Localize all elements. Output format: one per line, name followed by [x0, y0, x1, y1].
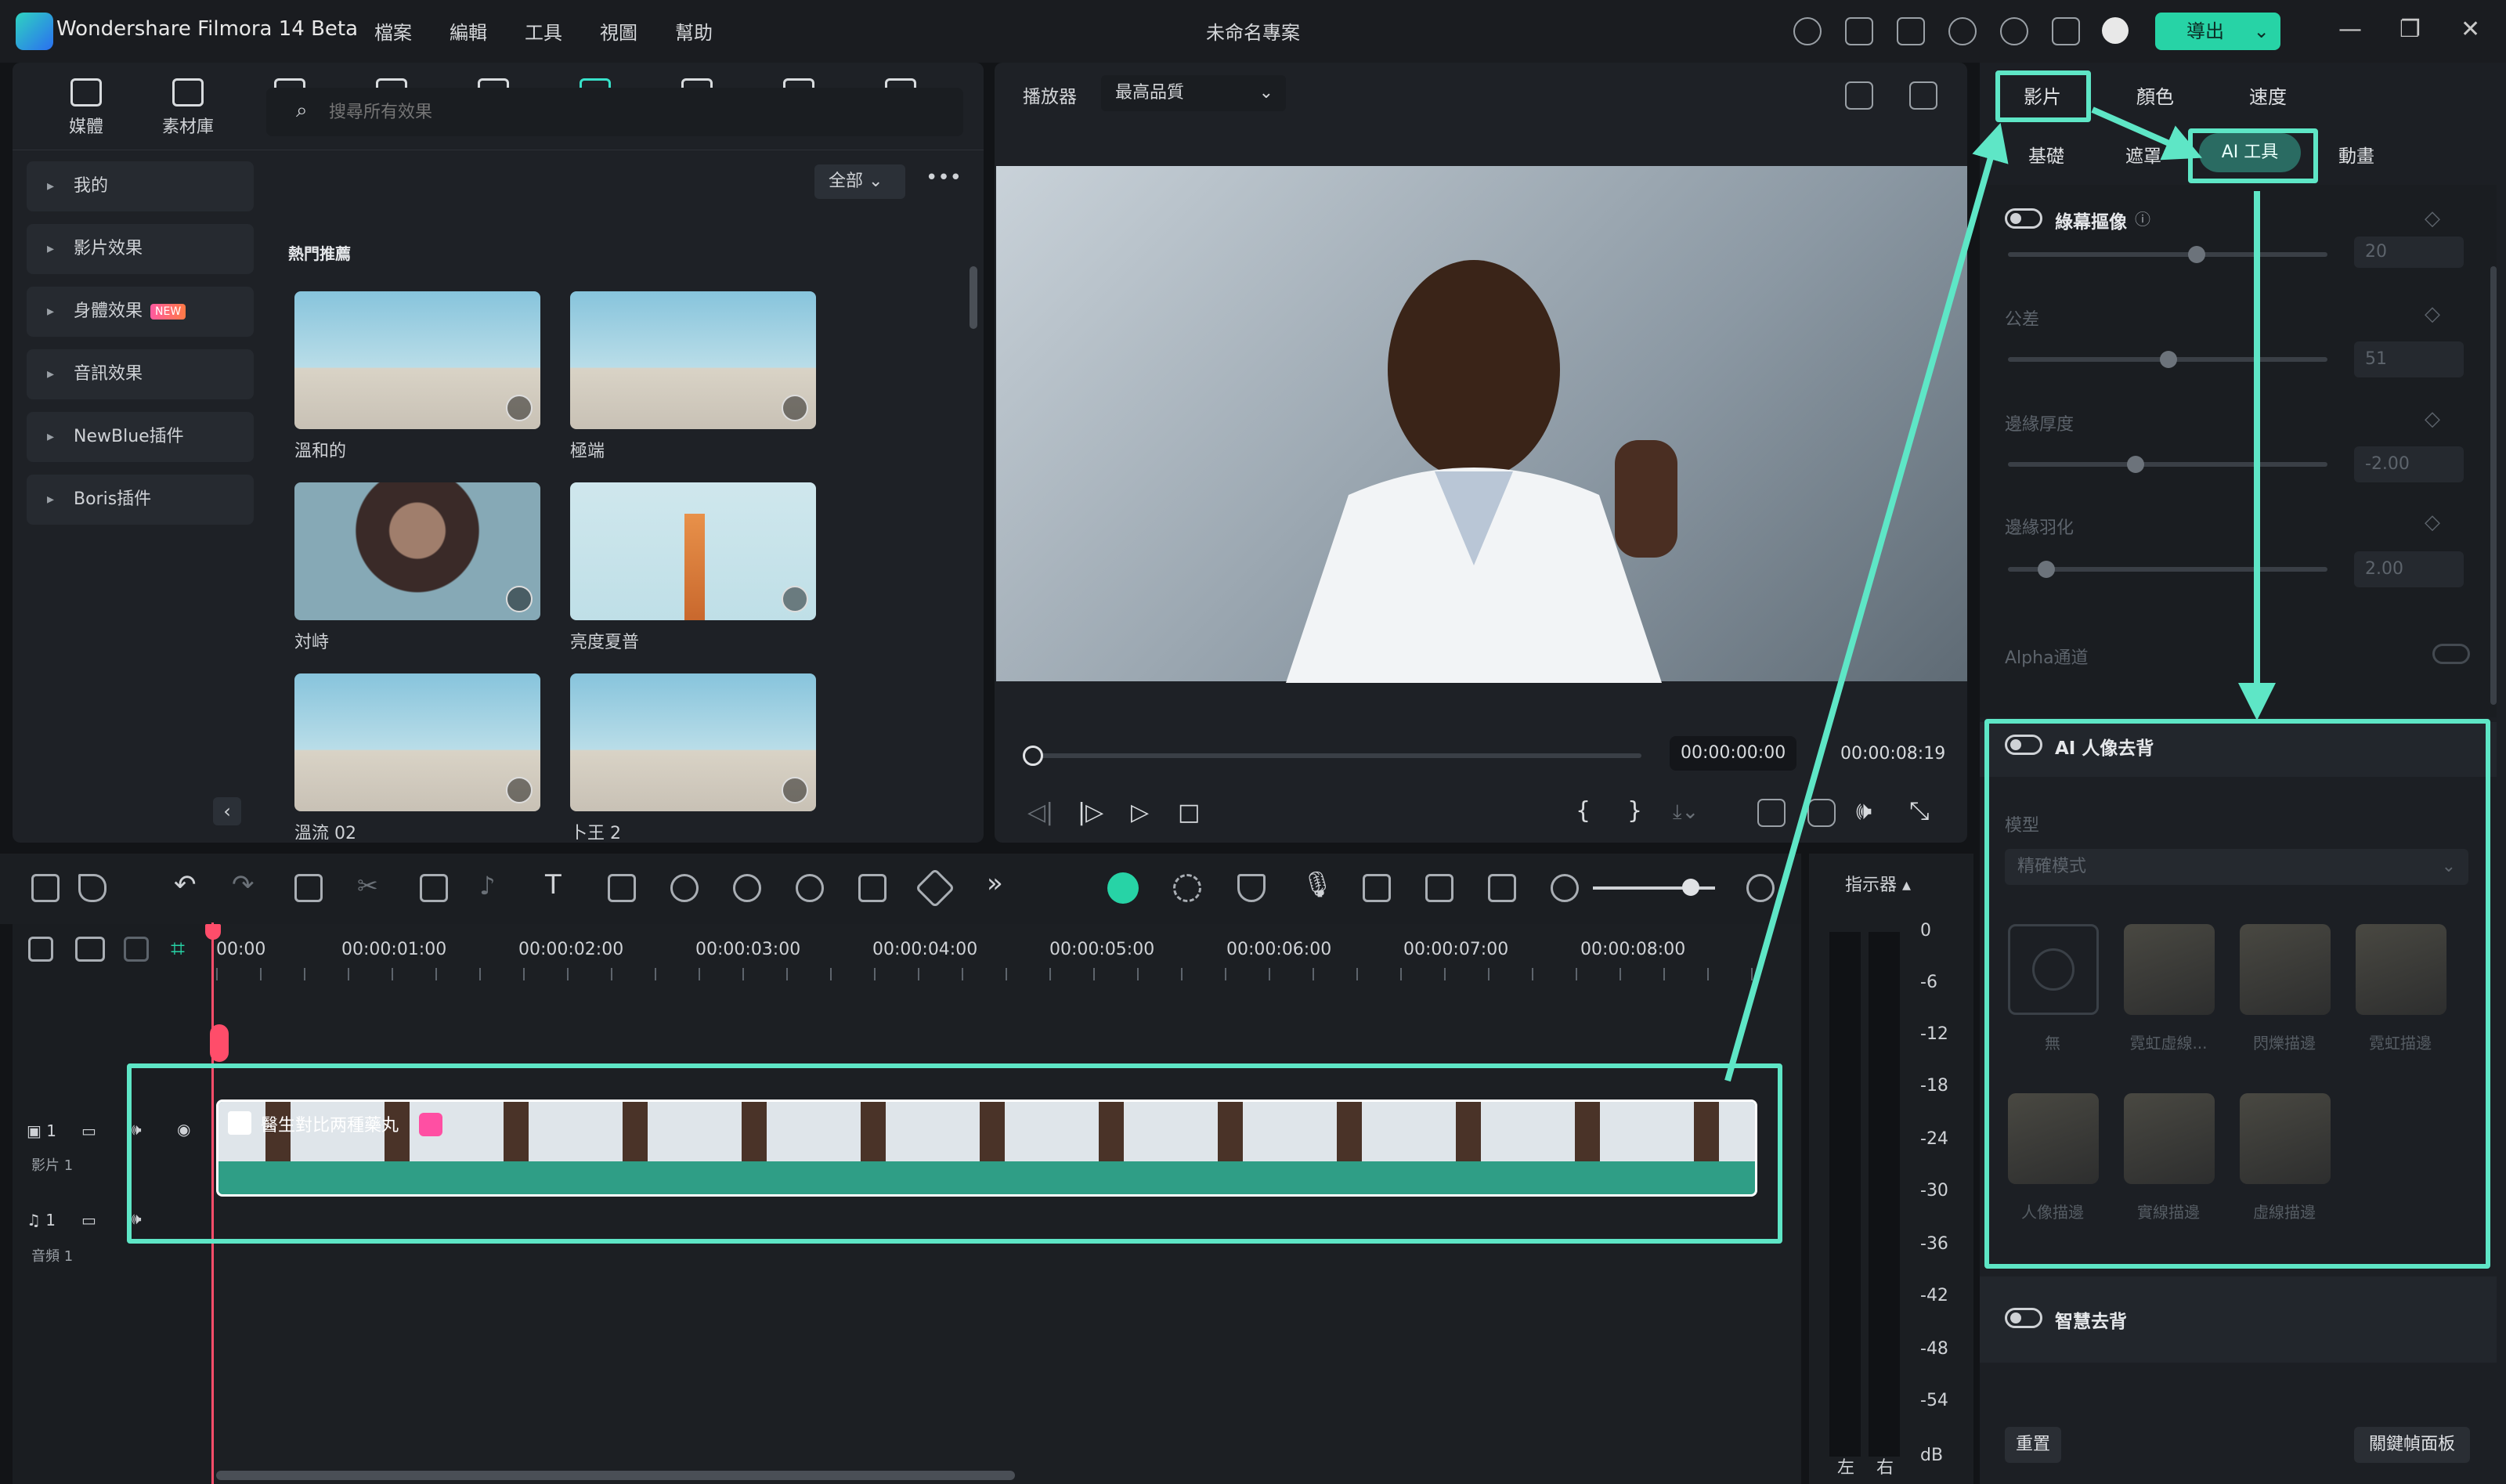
arrow-video-to-ai-tools: [2091, 107, 2202, 161]
tutorial-arrows: [1724, 107, 2276, 1082]
arrow-clip-to-video-tab: [1724, 122, 2009, 1082]
